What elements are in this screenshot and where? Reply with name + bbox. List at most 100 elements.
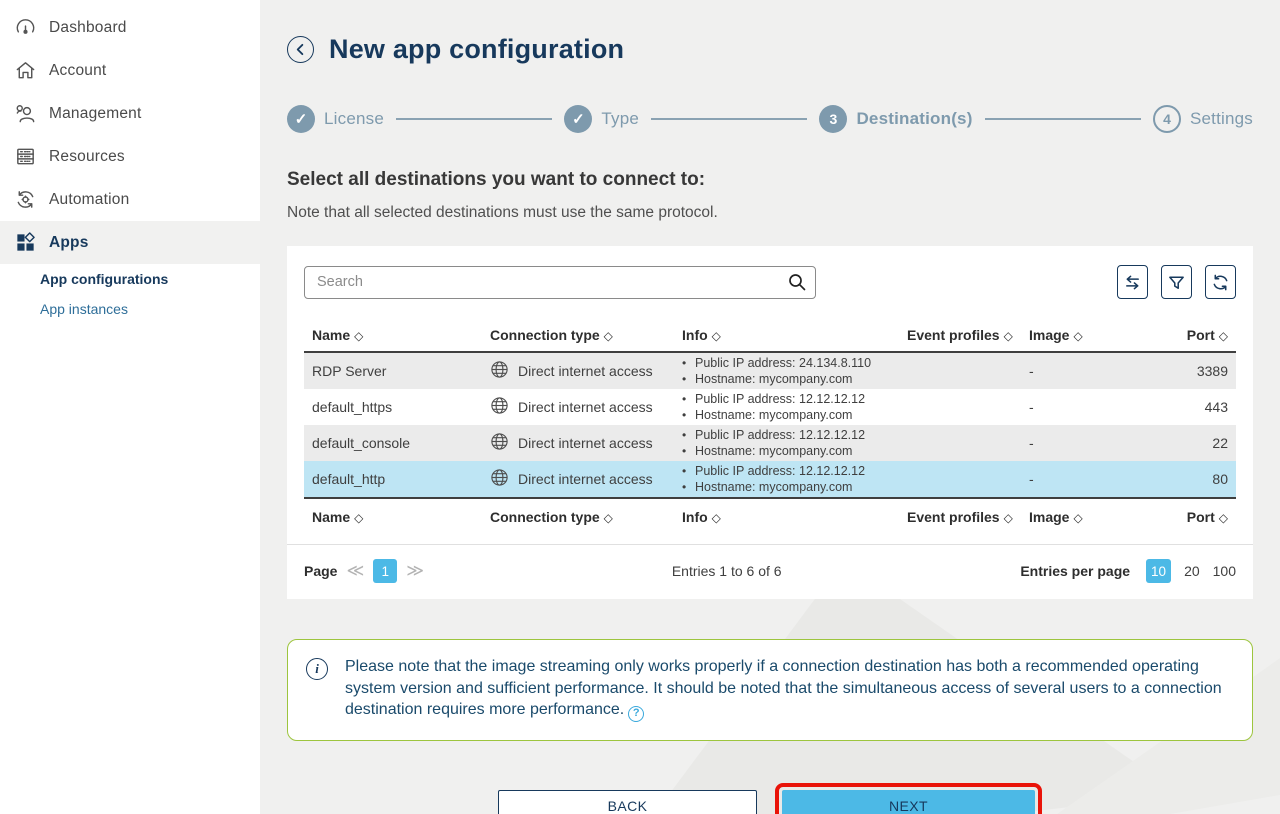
first-page-icon[interactable]: ≪ — [346, 561, 364, 581]
back-button[interactable]: BACK — [498, 790, 757, 814]
sidebar-item-apps[interactable]: Apps — [0, 221, 260, 264]
info-line: Hostname: mycompany.com — [682, 407, 891, 423]
section-heading: Select all destinations you want to conn… — [287, 169, 1253, 191]
search-icon[interactable] — [787, 272, 807, 297]
globe-icon — [490, 432, 509, 454]
apps-icon — [14, 231, 37, 254]
page-label: Page — [304, 563, 337, 579]
sort-icon[interactable]: ◇ — [354, 511, 363, 525]
stepper-connector — [651, 118, 807, 120]
sort-icon[interactable]: ◇ — [1004, 329, 1013, 343]
column-name[interactable]: Name◇ — [304, 323, 482, 352]
cell-info: Public IP address: 12.12.12.12Hostname: … — [674, 425, 899, 461]
cell-name: default_http — [304, 461, 482, 498]
step-number: 3 — [819, 105, 847, 133]
cell-name: default_https — [304, 389, 482, 425]
next-button[interactable]: NEXT — [782, 790, 1035, 814]
refresh-icon[interactable] — [1205, 265, 1236, 299]
stepper-connector — [396, 118, 552, 120]
cell-name: RDP Server — [304, 352, 482, 389]
sort-icon[interactable]: ◇ — [354, 329, 363, 343]
sort-icon[interactable]: ◇ — [604, 511, 613, 525]
table-row[interactable]: default_httpsDirect internet access Publi… — [304, 389, 1236, 425]
help-icon[interactable]: ? — [628, 706, 644, 722]
table-body: RDP ServerDirect internet accessPublic I… — [304, 352, 1236, 498]
sort-icon[interactable]: ◇ — [604, 329, 613, 343]
step-license[interactable]: ✓ License — [287, 105, 384, 133]
page-number-button[interactable]: 1 — [373, 559, 397, 583]
page-size-100[interactable]: 100 — [1213, 563, 1236, 579]
column-connection-type[interactable]: Connection type◇ — [482, 498, 674, 535]
search-input[interactable] — [304, 266, 816, 299]
column-name[interactable]: Name◇ — [304, 498, 482, 535]
sort-icon[interactable]: ◇ — [1219, 511, 1228, 525]
cell-connection-type: Direct internet access — [482, 389, 674, 425]
cell-event-profiles — [899, 425, 1021, 461]
sidebar-item-resources[interactable]: Resources — [0, 135, 260, 178]
sidebar-item-dashboard[interactable]: Dashboard — [0, 6, 260, 49]
sidebar-subitem-app-instances[interactable]: App instances — [0, 294, 260, 324]
sort-icon[interactable]: ◇ — [1073, 329, 1082, 343]
sidebar-item-automation[interactable]: Automation — [0, 178, 260, 221]
step-settings[interactable]: 4 Settings — [1153, 105, 1253, 133]
section-note: Note that all selected destinations must… — [287, 204, 1253, 222]
cell-name: default_console — [304, 425, 482, 461]
check-icon: ✓ — [564, 105, 592, 133]
column-port[interactable]: Port◇ — [1126, 498, 1236, 535]
wizard-actions: BACK NEXT — [287, 783, 1253, 814]
last-page-icon[interactable]: ≫ — [406, 561, 424, 581]
column-info[interactable]: Info◇ — [674, 323, 899, 352]
sidebar: Dashboard Account Management Resources A… — [0, 0, 260, 814]
step-type[interactable]: ✓ Type — [564, 105, 639, 133]
search-wrap — [304, 266, 816, 299]
column-image[interactable]: Image◇ — [1021, 323, 1126, 352]
stepper-connector — [985, 118, 1141, 120]
globe-icon — [490, 396, 509, 418]
page-size-20[interactable]: 20 — [1184, 563, 1200, 579]
globe-icon — [490, 360, 509, 382]
column-connection-type[interactable]: Connection type◇ — [482, 323, 674, 352]
entries-per-page-label: Entries per page — [1020, 563, 1130, 579]
annotation-highlight: NEXT — [775, 783, 1042, 814]
gauge-icon — [14, 16, 37, 39]
sidebar-item-label: Resources — [49, 148, 125, 166]
info-line: Public IP address: 12.12.12.12 — [682, 391, 891, 407]
table-row[interactable]: RDP ServerDirect internet accessPublic I… — [304, 352, 1236, 389]
cell-port: 22 — [1126, 425, 1236, 461]
swap-arrows-icon[interactable] — [1117, 265, 1148, 299]
sort-icon[interactable]: ◇ — [712, 329, 721, 343]
info-line: Public IP address: 12.12.12.12 — [682, 463, 891, 479]
cell-image: - — [1021, 425, 1126, 461]
step-destinations[interactable]: 3 Destination(s) — [819, 105, 972, 133]
destinations-table: Name◇ Connection type◇ Info◇ Event profi… — [304, 323, 1236, 535]
sort-icon[interactable]: ◇ — [1004, 511, 1013, 525]
cell-info: Public IP address: 24.134.8.110Hostname:… — [674, 352, 899, 389]
cell-port: 80 — [1126, 461, 1236, 498]
table-row[interactable]: default_httpDirect internet accessPublic… — [304, 461, 1236, 498]
page-header: New app configuration — [287, 0, 1253, 65]
sidebar-item-label: Dashboard — [49, 19, 127, 37]
cell-event-profiles — [899, 389, 1021, 425]
sort-icon[interactable]: ◇ — [1073, 511, 1082, 525]
sort-icon[interactable]: ◇ — [712, 511, 721, 525]
page-size-10[interactable]: 10 — [1146, 559, 1171, 583]
table-toolbar — [304, 265, 1236, 299]
column-event-profiles[interactable]: Event profiles◇ — [899, 498, 1021, 535]
table-row[interactable]: default_consoleDirect internet accessPub… — [304, 425, 1236, 461]
back-circle-icon[interactable] — [287, 36, 314, 63]
step-number: 4 — [1153, 105, 1181, 133]
table-header: Name◇ Connection type◇ Info◇ Event profi… — [304, 323, 1236, 352]
cell-image: - — [1021, 389, 1126, 425]
column-image[interactable]: Image◇ — [1021, 498, 1126, 535]
column-event-profiles[interactable]: Event profiles◇ — [899, 323, 1021, 352]
column-info[interactable]: Info◇ — [674, 498, 899, 535]
sidebar-item-management[interactable]: Management — [0, 92, 260, 135]
sort-icon[interactable]: ◇ — [1219, 329, 1228, 343]
cell-connection-type: Direct internet access — [482, 425, 674, 461]
column-port[interactable]: Port◇ — [1126, 323, 1236, 352]
entries-text: Entries 1 to 6 of 6 — [433, 563, 1020, 579]
filter-icon[interactable] — [1161, 265, 1192, 299]
sidebar-subitem-app-configurations[interactable]: App configurations — [0, 264, 260, 294]
sidebar-item-account[interactable]: Account — [0, 49, 260, 92]
check-icon: ✓ — [287, 105, 315, 133]
